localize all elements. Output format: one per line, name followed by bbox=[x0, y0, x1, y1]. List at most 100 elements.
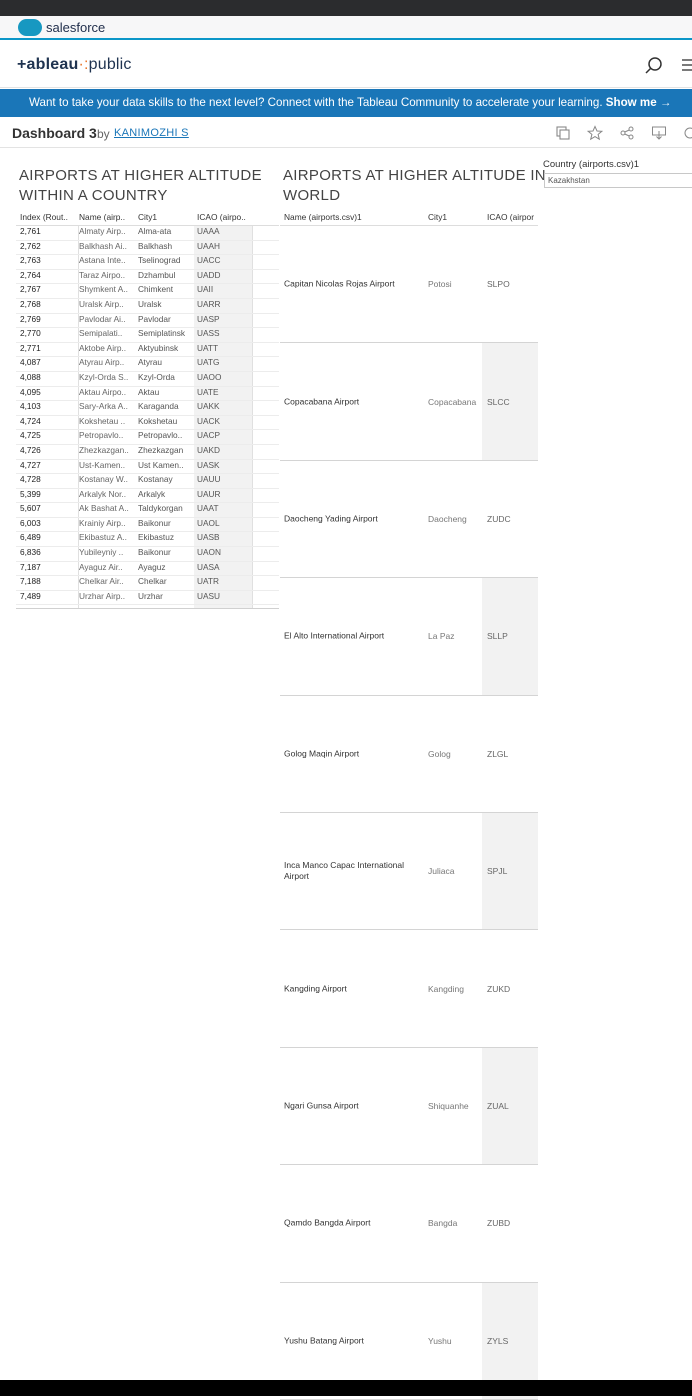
cell-icao: UAUU bbox=[197, 474, 221, 485]
table-row[interactable]: 6,003 Krainiy Airp.. Baikonur UAOL bbox=[16, 518, 279, 533]
table-row[interactable]: 2,770 Semipalati.. Semiplatinsk UASS bbox=[16, 328, 279, 343]
author-link[interactable]: KANIMOZHI S bbox=[114, 127, 189, 139]
table-row[interactable]: Capitan Nicolas Rojas Airport Potosi SLPO bbox=[280, 226, 538, 344]
cell-index: 7,187 bbox=[20, 561, 41, 572]
cell-index: 2,764 bbox=[20, 269, 41, 280]
cell-city: Chimkent bbox=[138, 284, 174, 295]
cell-city: Kostanay bbox=[138, 474, 173, 485]
table-row[interactable]: 6,489 Ekibastuz A.. Ekibastuz UASB bbox=[16, 532, 279, 548]
cell-name: Golog Maqin Airport bbox=[284, 748, 360, 759]
header-city[interactable]: City1 bbox=[428, 212, 483, 222]
cell-icao: SPJL bbox=[487, 866, 508, 877]
table-row[interactable]: 2,768 Uralsk Airp.. Uralsk UARR bbox=[16, 299, 279, 314]
header-name[interactable]: Name (airports.csv)1 bbox=[284, 212, 424, 222]
cell-city: Baikonur bbox=[138, 517, 171, 528]
cell-city: Golog bbox=[428, 748, 451, 759]
table-row[interactable]: 4,095 Aktau Airpo.. Aktau UATE bbox=[16, 387, 279, 402]
header-icao[interactable]: ICAO (airpor bbox=[487, 212, 538, 222]
salesforce-bar: salesforce bbox=[0, 16, 692, 40]
table-row[interactable]: Golog Maqin Airport Golog ZLGL bbox=[280, 696, 538, 813]
table-row[interactable]: 2,771 Aktobe Airp.. Aktyubinsk UATT bbox=[16, 343, 279, 358]
table-row[interactable]: 2,762 Balkhash Ai.. Balkhash UAAH bbox=[16, 241, 279, 256]
table-row[interactable]: Copacabana Airport Copacabana SLCC bbox=[280, 343, 538, 461]
country-filter-dropdown[interactable]: Kazakhstan bbox=[544, 173, 692, 188]
table-row[interactable]: 7,489 Urzhar Airp.. Urzhar UASU bbox=[16, 591, 279, 606]
table-row[interactable]: El Alto International Airport La Paz SLLP bbox=[280, 578, 538, 696]
favorite-star-icon[interactable] bbox=[587, 125, 603, 141]
copy-icon[interactable] bbox=[555, 125, 571, 141]
cell-city: Ust Kamen.. bbox=[138, 459, 184, 470]
cell-index: 2,762 bbox=[20, 240, 41, 251]
share-icon[interactable] bbox=[619, 125, 635, 141]
table-row[interactable]: 7,188 Chelkar Air.. Chelkar UATR bbox=[16, 576, 279, 591]
salesforce-brand[interactable]: salesforce bbox=[46, 20, 105, 35]
table-row[interactable]: Inca Manco Capac International Airport Ju… bbox=[280, 812, 538, 931]
table-row[interactable]: 4,724 Kokshetau .. Kokshetau UACK bbox=[16, 416, 279, 431]
search-icon[interactable] bbox=[644, 56, 664, 76]
cell-icao: ZLGL bbox=[487, 748, 509, 759]
cell-index: 2,761 bbox=[20, 226, 41, 236]
cell-index: 2,770 bbox=[20, 328, 41, 339]
cell-city: Baikonur bbox=[138, 547, 171, 558]
table-row[interactable]: 4,727 Ust-Kamen.. Ust Kamen.. UASK bbox=[16, 460, 279, 475]
cell-index: 4,103 bbox=[20, 401, 41, 412]
cell-icao: UATG bbox=[197, 357, 220, 368]
table-row[interactable]: Daocheng Yading Airport Daocheng ZUDC bbox=[280, 461, 538, 579]
table-bottom-border bbox=[16, 608, 279, 609]
header-city[interactable]: City1 bbox=[138, 212, 196, 222]
table-row[interactable]: 2,764 Taraz Airpo.. Dzhambul UADD bbox=[16, 270, 279, 285]
table-row[interactable]: 7,187 Ayaguz Air.. Ayaguz UASA bbox=[16, 562, 279, 577]
cell-index: 2,763 bbox=[20, 255, 41, 266]
cell-icao: UAKK bbox=[197, 401, 220, 412]
cell-name: Inca Manco Capac International Airport bbox=[284, 860, 405, 882]
header-icao[interactable]: ICAO (airpo.. bbox=[197, 212, 252, 222]
cell-icao: UAII bbox=[197, 284, 214, 295]
cell-name: Ak Bashat A.. bbox=[79, 503, 129, 514]
header-name[interactable]: Name (airp.. bbox=[79, 212, 137, 222]
table-row[interactable]: 4,728 Kostanay W.. Kostanay UAUU bbox=[16, 474, 279, 489]
table-row[interactable]: 4,725 Petropavlo.. Petropavlo.. UACP bbox=[16, 430, 279, 445]
cell-icao: UATR bbox=[197, 576, 219, 587]
header-index[interactable]: Index (Rout.. bbox=[20, 212, 78, 222]
cell-index: 2,768 bbox=[20, 298, 41, 309]
cell-name: Astana Inte.. bbox=[79, 255, 126, 266]
table-row[interactable]: 2,763 Astana Inte.. Tselinograd UACC bbox=[16, 255, 279, 270]
table-row[interactable]: 6,836 Yubileyniy .. Baikonur UAON bbox=[16, 547, 279, 562]
cell-name: Almaty Airp.. bbox=[79, 226, 126, 236]
table-row[interactable]: Qamdo Bangda Airport Bangda ZUBD bbox=[280, 1165, 538, 1283]
cell-name: Ngari Gunsa Airport bbox=[284, 1100, 359, 1111]
cell-name: Urzhar Airp.. bbox=[79, 590, 126, 601]
cell-icao: UAAT bbox=[197, 503, 219, 514]
cell-name: Shymkent A.. bbox=[79, 284, 128, 295]
download-icon[interactable] bbox=[651, 125, 667, 141]
table-row[interactable]: 2,769 Pavlodar Ai.. Pavlodar UASP bbox=[16, 314, 279, 329]
table-row[interactable]: 4,103 Sary-Arka A.. Karaganda UAKK bbox=[16, 401, 279, 416]
table-row[interactable]: 4,726 Zhezkazgan.. Zhezkazgan UAKD bbox=[16, 445, 279, 460]
cell-icao: ZUAL bbox=[487, 1100, 509, 1111]
cell-icao: UAAA bbox=[197, 226, 220, 236]
table-row[interactable]: 5,399 Arkalyk Nor.. Arkalyk UAUR bbox=[16, 489, 279, 504]
table-row[interactable]: 4,087 Atyrau Airp.. Atyrau UATG bbox=[16, 357, 279, 372]
cell-city: Semiplatinsk bbox=[138, 328, 186, 339]
dashboard-header: Dashboard 3 by KANIMOZHI S bbox=[0, 118, 692, 148]
table-row[interactable]: 2,761 Almaty Airp.. Alma-ata UAAA bbox=[16, 226, 279, 241]
table-row[interactable]: 5,607 Ak Bashat A.. Taldykorgan UAAT bbox=[16, 503, 279, 518]
country-filter-value: Kazakhstan bbox=[548, 176, 590, 185]
cell-city: Arkalyk bbox=[138, 488, 166, 499]
show-me-link[interactable]: Show me → bbox=[606, 96, 672, 109]
menu-icon[interactable] bbox=[682, 57, 692, 73]
table-row[interactable]: Kangding Airport Kangding ZUKD bbox=[280, 930, 538, 1048]
cell-index: 6,836 bbox=[20, 547, 41, 558]
cell-name: Copacabana Airport bbox=[284, 396, 360, 407]
cell-name: Atyrau Airp.. bbox=[79, 357, 125, 368]
cell-icao: ZYLS bbox=[487, 1335, 509, 1346]
table-row[interactable]: 4,088 Kzyl-Orda S.. Kzyl-Orda UAOO bbox=[16, 372, 279, 387]
cell-name: Semipalati.. bbox=[79, 328, 123, 339]
tableau-public-logo[interactable]: +ableau·:public bbox=[17, 56, 132, 74]
cell-name: Yubileyniy .. bbox=[79, 547, 124, 558]
settings-icon[interactable] bbox=[682, 125, 692, 141]
cell-name: Sary-Arka A.. bbox=[79, 401, 128, 412]
cell-icao: UAUR bbox=[197, 488, 221, 499]
table-row[interactable]: Ngari Gunsa Airport Shiquanhe ZUAL bbox=[280, 1047, 538, 1166]
table-row[interactable]: 2,767 Shymkent A.. Chimkent UAII bbox=[16, 284, 279, 299]
